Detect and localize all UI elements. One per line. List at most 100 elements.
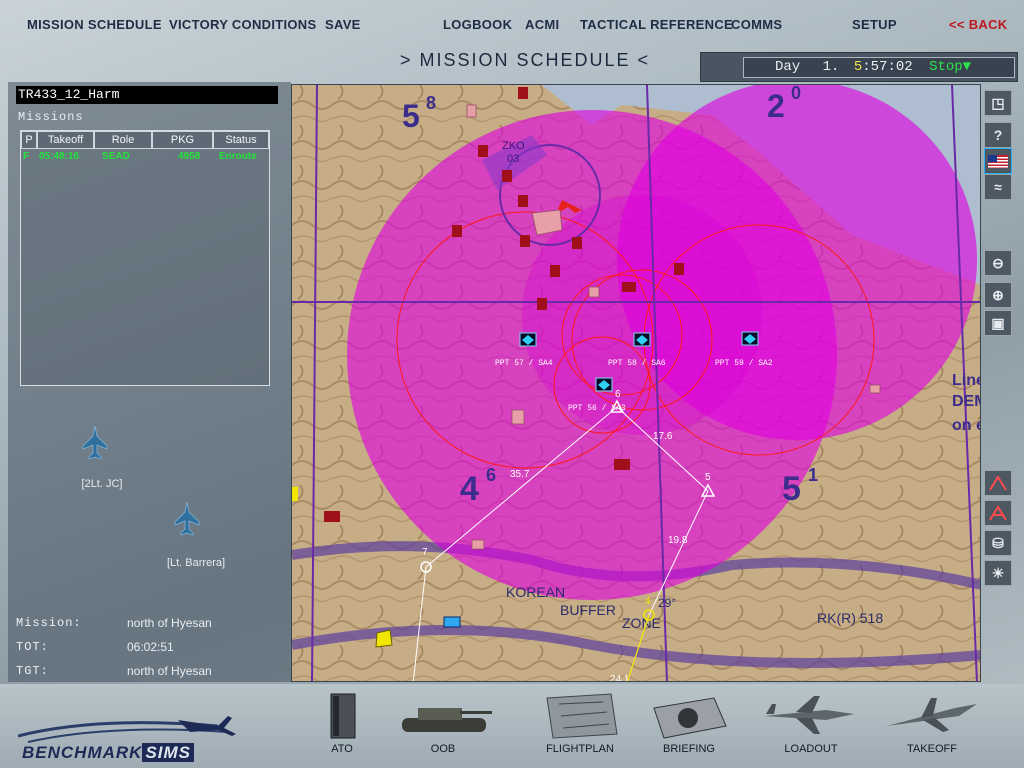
sam-site-ppt57[interactable] — [519, 332, 537, 347]
flightplan-label: FLIGHTPLAN — [546, 743, 614, 755]
friendly-unit[interactable] — [375, 629, 393, 648]
zoom-out-icon[interactable]: ⊖ — [984, 250, 1012, 276]
enemy-unit[interactable] — [518, 87, 528, 99]
back-button[interactable]: << BACK — [949, 17, 1007, 32]
menu-save[interactable]: SAVE — [325, 17, 361, 32]
enemy-unit[interactable] — [674, 263, 684, 275]
enemy-unit[interactable] — [452, 225, 462, 237]
loadout-button[interactable]: LOADOUT — [756, 684, 866, 768]
briefing-label: BRIEFING — [663, 743, 715, 755]
tot-label: TOT: — [16, 640, 49, 654]
grid-number-2: 2 — [767, 88, 785, 124]
help-icon[interactable]: ? — [984, 122, 1012, 148]
oob-button[interactable]: OOB — [388, 684, 498, 768]
threat-label-ppt59: PPT 59 / SA2 — [715, 359, 773, 368]
tgt-value: north of Hyesan — [127, 664, 212, 678]
takeoff-button[interactable]: TAKEOFF — [877, 684, 987, 768]
binder-icon — [330, 693, 356, 739]
tactical-map[interactable]: ZKO 03 5 8 2 0 4 6 5 1 Line DEM on e KOR… — [291, 84, 981, 682]
cell-takeoff: 05:48:16 — [39, 151, 80, 162]
menu-mission-schedule[interactable]: MISSION SCHEDULE — [27, 17, 162, 32]
menu-victory-conditions[interactable]: VICTORY CONDITIONS — [169, 17, 316, 32]
region-label-zone: ZONE — [622, 615, 661, 631]
friendly-unit[interactable] — [443, 616, 461, 628]
enemy-unit[interactable] — [572, 237, 582, 249]
enemy-unit[interactable] — [614, 459, 630, 470]
menu-comms[interactable]: COMMS — [731, 17, 782, 32]
mission-label: Mission: — [16, 616, 82, 630]
missions-title: Missions — [18, 110, 84, 124]
ato-button[interactable]: ATO — [287, 684, 397, 768]
f16-icon-2[interactable] — [174, 502, 200, 536]
enemy-unit[interactable] — [478, 145, 488, 157]
pilot-name-2: [Lt. Barrera] — [166, 557, 226, 569]
flight-info-panel: TR433_12_Harm Missions P Takeoff Role PK… — [8, 82, 291, 682]
altitude-profile-icon[interactable] — [984, 470, 1012, 496]
weather-icon[interactable]: ☀ — [984, 560, 1012, 586]
zoom-fit-icon[interactable]: ◳ — [984, 90, 1012, 116]
enemy-unit[interactable] — [518, 195, 528, 207]
table-row[interactable]: F 05:48:16 SEAD 4958 Enroute — [21, 151, 269, 165]
altitude-profile-2-icon[interactable] — [984, 500, 1012, 526]
leg-distance-2: 17.6 — [653, 431, 673, 442]
grid-number-1-sub: 8 — [426, 93, 436, 113]
enemy-unit[interactable] — [622, 282, 636, 292]
menu-tactical-reference[interactable]: TACTICAL REFERENCE — [580, 17, 733, 32]
flightplan-button[interactable]: FLIGHTPLAN — [525, 684, 635, 768]
flag-icon[interactable] — [984, 148, 1012, 174]
cell-status: Enroute — [219, 151, 257, 162]
col-p[interactable]: P — [21, 131, 37, 149]
zoom-reset-icon[interactable]: ▣ — [984, 310, 1012, 336]
col-pkg[interactable]: PKG — [152, 131, 213, 149]
steerpoint-4-label: 4 — [645, 596, 651, 607]
enemy-unit[interactable] — [550, 265, 560, 277]
sam-site-ppt59[interactable] — [741, 331, 759, 346]
steerpoint-5-label: 5 — [705, 472, 711, 483]
col-role[interactable]: Role — [94, 131, 152, 149]
enemy-unit[interactable] — [502, 170, 512, 182]
grid-ref-label: 29° — [658, 596, 676, 610]
leg-distance-3: 19.8 — [668, 535, 688, 546]
enemy-unit[interactable] — [537, 298, 547, 310]
clock-day-label: Day — [775, 59, 801, 75]
menu-acmi[interactable]: ACMI — [525, 17, 559, 32]
threat-label-ppt57: PPT 57 / SA4 — [495, 359, 553, 368]
clock-stop-button[interactable]: Stop▼ — [929, 59, 971, 75]
us-flag-icon — [988, 154, 1008, 168]
ato-label: ATO — [331, 743, 353, 755]
airfield-label-1: ZKO — [502, 140, 525, 152]
briefing-button[interactable]: BRIEFING — [634, 684, 744, 768]
menu-setup[interactable]: SETUP — [852, 17, 897, 32]
menu-logbook[interactable]: LOGBOOK — [443, 17, 512, 32]
col-takeoff[interactable]: Takeoff — [37, 131, 94, 149]
side-text-3: on e — [952, 417, 981, 434]
threat-label-ppt58: PPT 58 / SA6 — [608, 359, 666, 368]
sam-site-ppt58[interactable] — [633, 332, 651, 347]
region-label-korean: KOREAN — [506, 584, 565, 600]
map-canvas[interactable]: ZKO 03 5 8 2 0 4 6 5 1 Line DEM on e KOR… — [292, 85, 981, 682]
side-text-2: DEM — [952, 393, 981, 410]
grid-number-3: 4 — [460, 470, 479, 508]
region-label-buffer: BUFFER — [560, 602, 616, 618]
logo-swoosh — [17, 716, 236, 743]
logo-sims: SIMS — [142, 743, 195, 762]
jet-takeoff-icon — [887, 698, 977, 732]
clock-hour: 5 — [853, 59, 863, 75]
database-icon[interactable]: ⛁ — [984, 530, 1012, 556]
bottom-bar: BENCHMARK SIMS ATO OOB FLIGHTPLAN BRIEFIN… — [0, 684, 1024, 768]
side-text-1: Line — [952, 372, 981, 389]
pilot-name-1: [2Lt. JC] — [81, 478, 123, 490]
f16-icon-1[interactable] — [82, 426, 108, 460]
cell-p: F — [23, 151, 30, 162]
enemy-unit[interactable] — [324, 511, 340, 522]
enemy-unit[interactable] — [520, 235, 530, 247]
steerpoint-6-label: 6 — [615, 389, 621, 400]
col-status[interactable]: Status — [213, 131, 269, 149]
zoom-in-icon[interactable]: ⊕ — [984, 282, 1012, 308]
takeoff-label: TAKEOFF — [907, 743, 957, 755]
friendly-unit[interactable] — [292, 487, 298, 501]
map-toolbar: ◳ ? ≈ ⊖ ⊕ ▣ ⛁ ☀ — [984, 90, 1014, 590]
grid-number-4-sub: 1 — [808, 465, 818, 485]
sam-site-ppt56[interactable] — [595, 377, 613, 392]
route-toggle-icon[interactable]: ≈ — [984, 174, 1012, 200]
